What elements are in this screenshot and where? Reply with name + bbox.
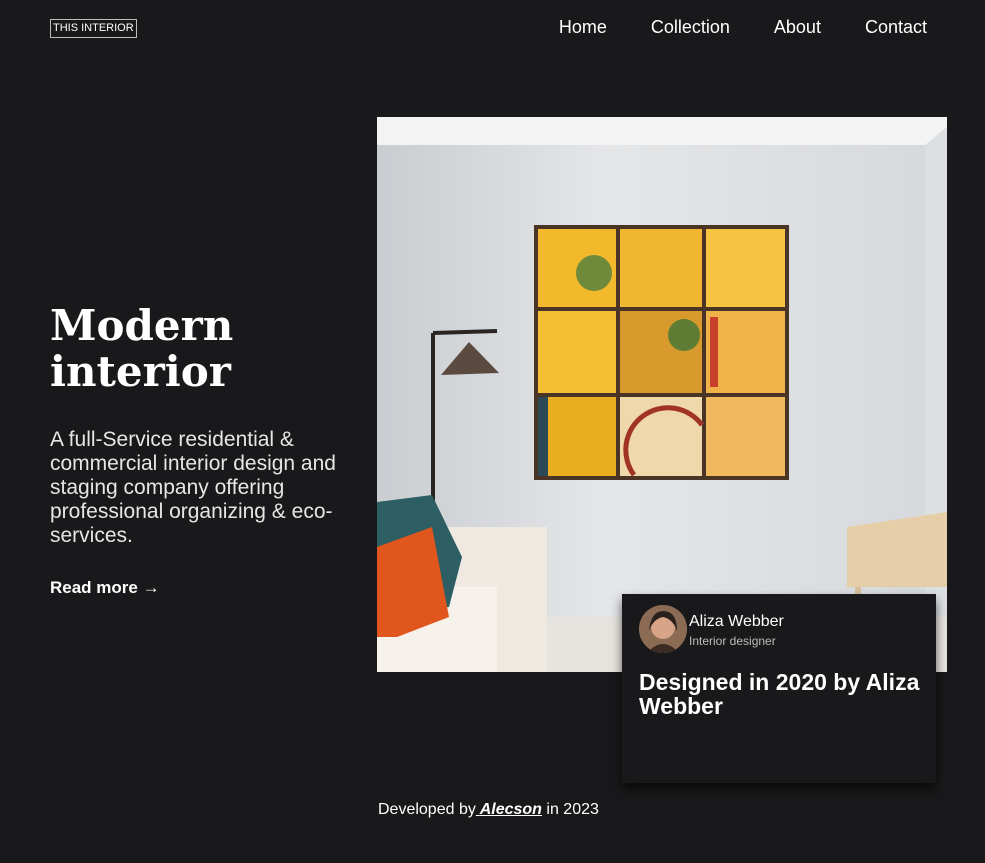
nav-contact[interactable]: Contact	[865, 16, 927, 38]
hero-title: Modern interior	[50, 301, 234, 396]
read-more-link[interactable]: Read more →	[50, 577, 160, 599]
designer-card: Aliza Webber Interior designer Designed …	[622, 594, 936, 783]
nav-collection[interactable]: Collection	[651, 16, 730, 38]
footer-prefix: Developed by	[378, 801, 476, 818]
arrow-right-icon: →	[142, 578, 160, 597]
read-more-label: Read more	[50, 578, 138, 597]
logo[interactable]: THIS INTERIOR	[50, 19, 137, 38]
footer-author: Alecson	[479, 801, 542, 818]
interior-photo	[377, 117, 947, 672]
nav-about[interactable]: About	[774, 16, 821, 38]
card-title: Designed in 2020 by Aliza Webber	[639, 669, 920, 719]
designer-avatar	[639, 605, 687, 653]
main-nav: Home Collection About Contact	[559, 16, 927, 38]
nav-home[interactable]: Home	[559, 16, 607, 38]
footer-author-link[interactable]: Alecson	[476, 801, 542, 818]
designer-name: Aliza Webber	[689, 613, 784, 630]
footer-suffix: in 2023	[546, 801, 599, 818]
footer: Developed by Alecson in 2023	[378, 800, 599, 820]
designer-role: Interior designer	[689, 634, 776, 648]
hero-description: A full-Service residential & commercial …	[50, 428, 336, 547]
